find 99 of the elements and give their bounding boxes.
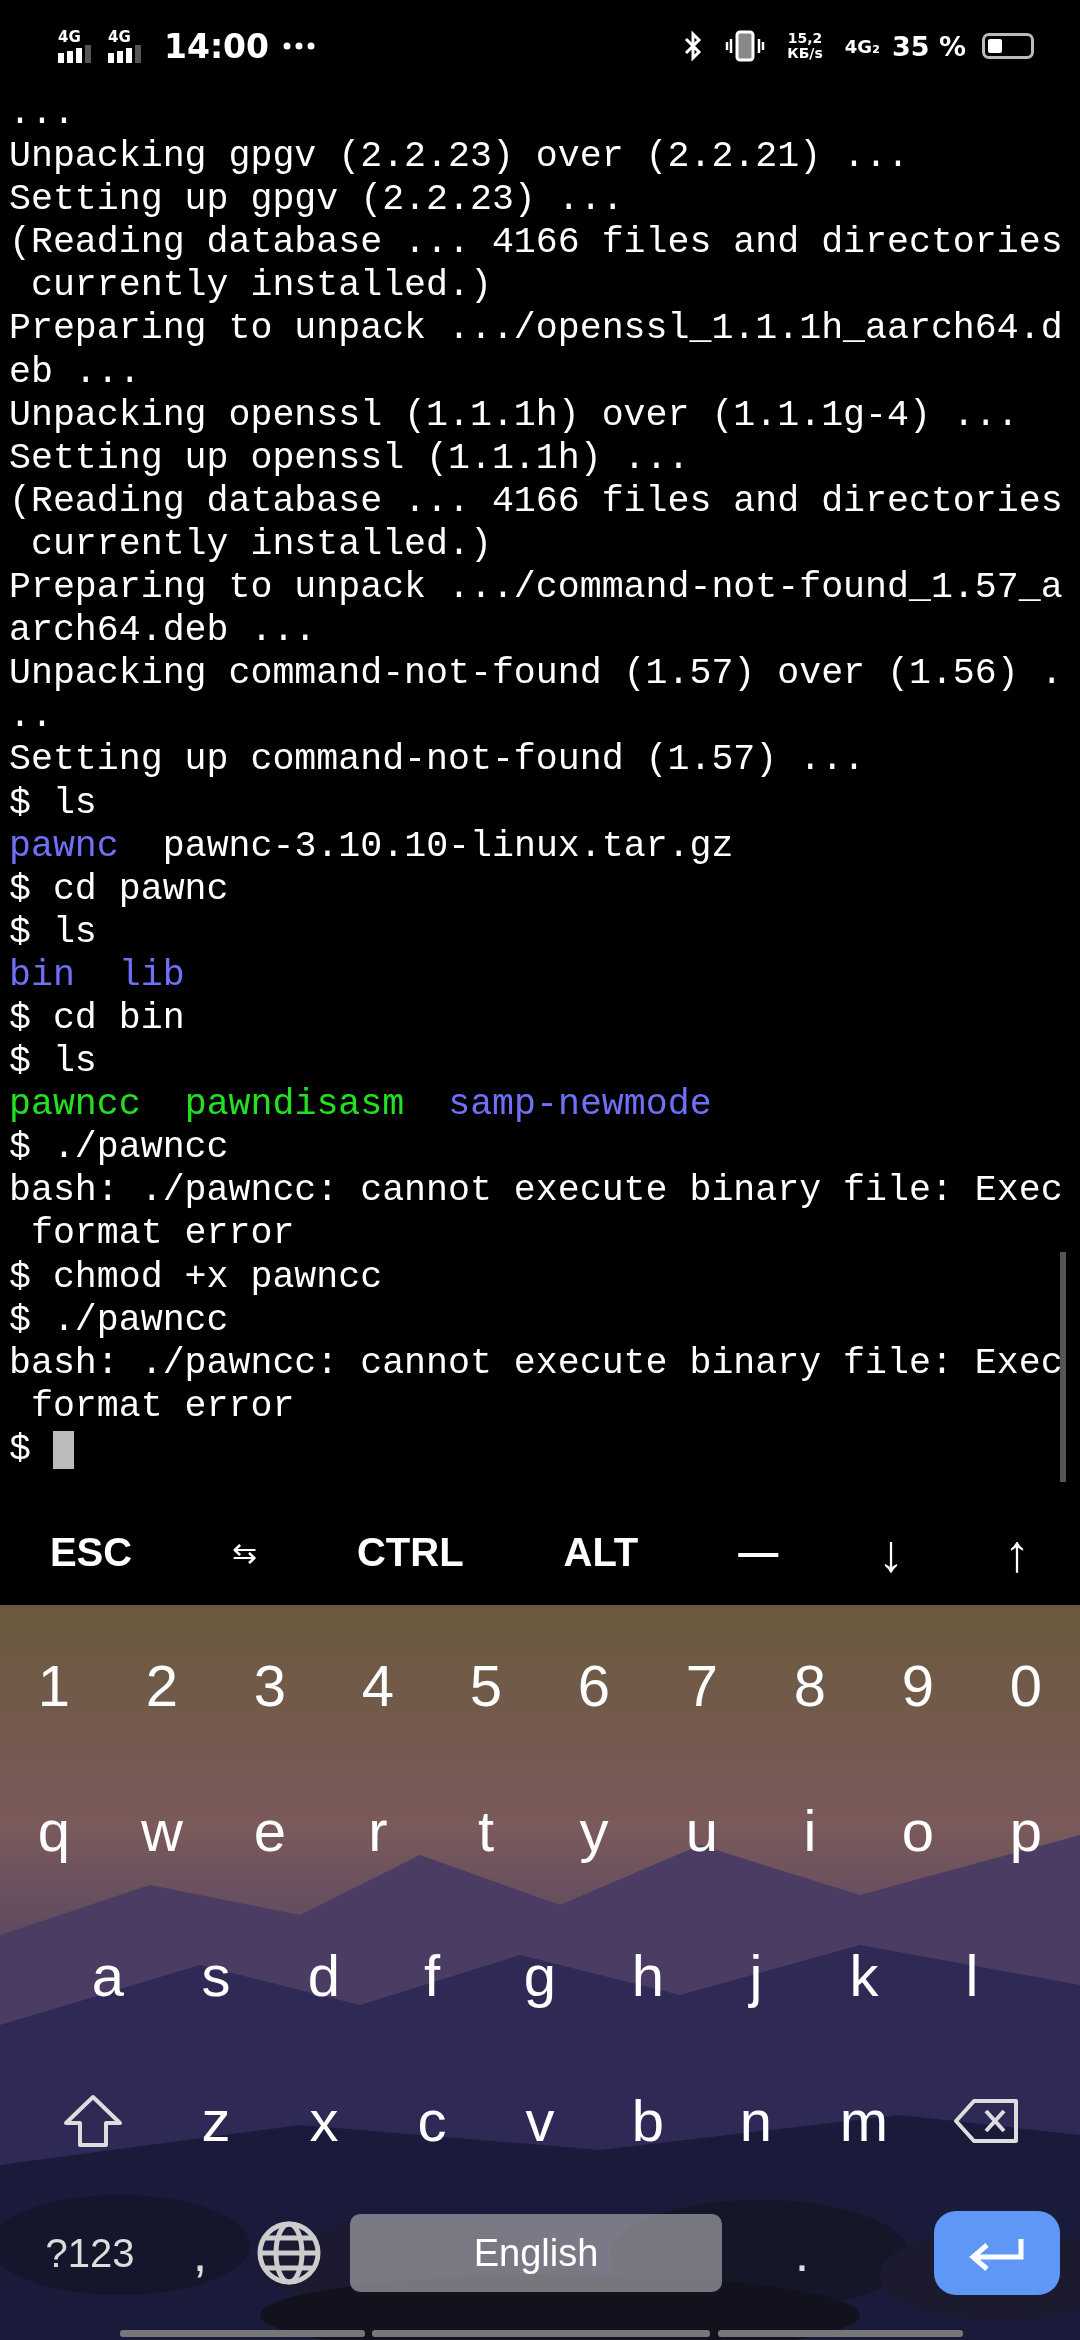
terminal-text: lib <box>118 953 185 997</box>
cursor <box>52 1430 74 1469</box>
terminal-text: $ cd bin <box>9 996 185 1041</box>
extra-key[interactable]: ↓ <box>872 1522 911 1583</box>
terminal-text: bash: ./pawncc: cannot execute binary file: Exec <box>9 1169 1063 1213</box>
key[interactable]: n <box>702 2087 810 2154</box>
terminal-text: Unpacking command-not-found (1.57) over (1.56) . <box>9 652 1063 696</box>
key[interactable]: v <box>486 2087 594 2154</box>
key[interactable]: w <box>108 1797 216 1864</box>
terminal-text: $ chmod +x pawncc <box>9 1255 383 1299</box>
extra-key[interactable]: ESC <box>43 1530 139 1575</box>
key[interactable]: m <box>810 2087 918 2154</box>
key[interactable]: z <box>162 2087 270 2154</box>
battery-percent: 35 % <box>891 30 966 62</box>
extra-key[interactable]: — <box>732 1530 785 1575</box>
key[interactable]: f <box>378 1942 486 2009</box>
key[interactable]: 7 <box>648 1652 756 1719</box>
vibrate-icon <box>725 30 766 62</box>
key[interactable]: t <box>432 1797 540 1864</box>
terminal-text: samp-newmode <box>448 1083 712 1127</box>
globe-icon[interactable] <box>256 2220 322 2286</box>
terminal-text: pawnc-3.10.10-linux.tar.gz <box>162 824 734 868</box>
key[interactable]: 0 <box>972 1652 1080 1719</box>
key[interactable]: 8 <box>756 1652 864 1719</box>
terminal-text: $ cd pawnc <box>9 867 229 911</box>
terminal-text: eb ... <box>9 350 141 394</box>
key[interactable]: c <box>378 2087 486 2154</box>
key[interactable]: a <box>54 1942 162 2009</box>
key[interactable]: g <box>486 1942 594 2009</box>
speed-value: 15,2 <box>787 31 823 46</box>
bluetooth-icon <box>683 30 704 62</box>
terminal-text: bin <box>9 953 75 997</box>
key[interactable]: y <box>540 1797 648 1864</box>
terminal-text: $ ls <box>9 910 97 954</box>
key[interactable]: l <box>918 1942 1026 2009</box>
terminal-text: arch64.deb ... <box>9 609 317 653</box>
extra-key[interactable]: ⇆ <box>226 1535 264 1570</box>
more-icon <box>283 42 316 50</box>
extra-key[interactable]: CTRL <box>350 1530 470 1575</box>
terminal-text: currently installed.) <box>29 264 492 308</box>
key[interactable]: 2 <box>108 1652 216 1719</box>
terminal-text: format error <box>29 1384 295 1428</box>
terminal-text: Preparing to unpack .../command-not-found_1.57_a <box>9 566 1063 610</box>
key[interactable]: p <box>972 1797 1080 1864</box>
network-label: 4G <box>58 29 81 45</box>
terminal-text: pawnc <box>9 824 119 868</box>
key[interactable]: . <box>762 2223 842 2283</box>
terminal-text: currently installed.) <box>29 522 492 567</box>
enter-key[interactable] <box>934 2211 1060 2295</box>
key[interactable]: b <box>594 2087 702 2154</box>
prompt: $ <box>9 1427 31 1471</box>
key[interactable]: r <box>324 1797 432 1864</box>
terminal-text: ... <box>9 92 75 136</box>
terminal-text: pawncc <box>9 1083 141 1127</box>
key[interactable]: q <box>0 1797 108 1864</box>
battery-icon <box>982 33 1034 59</box>
key[interactable]: 4 <box>324 1652 432 1719</box>
key[interactable]: 9 <box>864 1652 972 1719</box>
key[interactable]: o <box>864 1797 972 1864</box>
key[interactable]: k <box>810 1942 918 2009</box>
terminal-text: $ ls <box>9 1040 97 1084</box>
clock: 14:00 <box>164 26 270 66</box>
signal-icon <box>108 44 144 63</box>
terminal-text: (Reading database ... 4166 files and directories <box>9 221 1063 265</box>
key[interactable]: , <box>160 2223 240 2283</box>
network-label: 4G₂ <box>844 35 880 57</box>
key[interactable]: e <box>216 1797 324 1864</box>
signal-icon <box>58 44 94 63</box>
extra-key[interactable]: ALT <box>557 1530 645 1575</box>
speed-unit: КБ/s <box>787 46 823 61</box>
key[interactable]: u <box>648 1797 756 1864</box>
key[interactable]: j <box>702 1942 810 2009</box>
key[interactable]: h <box>594 1942 702 2009</box>
key[interactable]: 6 <box>540 1652 648 1719</box>
key[interactable]: 5 <box>432 1652 540 1719</box>
key[interactable]: 3 <box>216 1652 324 1719</box>
terminal-text: pawndisasm <box>184 1083 405 1127</box>
key[interactable]: s <box>162 1942 270 2009</box>
terminal-text: $ ./pawncc <box>9 1126 229 1170</box>
terminal-text: Unpacking openssl (1.1.1h) over (1.1.1g-4) ... <box>9 393 1019 437</box>
space-bar[interactable]: English <box>350 2214 722 2292</box>
terminal-text: $ ls <box>9 781 97 825</box>
terminal-text: bash: ./pawncc: cannot execute binary file: Exec <box>9 1341 1063 1385</box>
terminal-text: $ ./pawncc <box>9 1298 229 1342</box>
key[interactable]: d <box>270 1942 378 2009</box>
key[interactable]: x <box>270 2087 378 2154</box>
terminal-text: Setting up gpgv (2.2.23) ... <box>9 178 624 222</box>
terminal-text: format error <box>29 1212 295 1256</box>
terminal-text: .. <box>9 695 53 739</box>
terminal-text: Setting up openssl (1.1.1h) ... <box>9 436 690 480</box>
terminal-text: (Reading database ... 4166 files and directories <box>9 479 1063 523</box>
network-label: 4G <box>108 29 131 45</box>
terminal-text: Preparing to unpack .../openssl_1.1.1h_aarch64.d <box>9 307 1063 351</box>
terminal-text: Setting up command-not-found (1.57) ... <box>9 738 866 782</box>
terminal-text: Unpacking gpgv (2.2.23) over (2.2.21) ... <box>9 135 909 179</box>
key[interactable]: 1 <box>0 1652 108 1719</box>
extra-key[interactable]: ↑ <box>997 1522 1036 1583</box>
key[interactable]: i <box>756 1797 864 1864</box>
symbols-key[interactable]: ?123 <box>20 2230 160 2276</box>
